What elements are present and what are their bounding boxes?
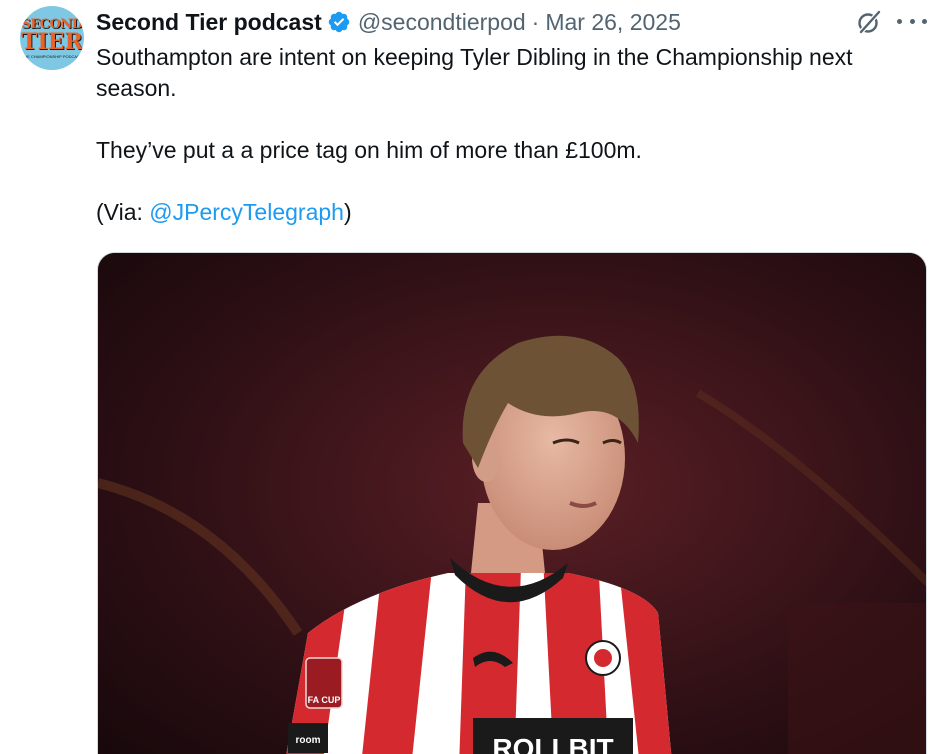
verified-badge-icon[interactable]	[327, 10, 351, 34]
author-avatar[interactable]: SECOND TIER THE CHAMPIONSHIP PODCAST	[20, 6, 84, 70]
grok-icon[interactable]	[856, 9, 882, 35]
more-options-icon[interactable]	[897, 8, 927, 34]
fa-cup-badge-text: FA CUP	[308, 695, 341, 705]
tweet-paragraph-1: Southampton are intent on keeping Tyler …	[96, 44, 853, 101]
player-photo: FA CUP room ROLLBIT	[98, 253, 926, 754]
tweet-date[interactable]: Mar 26, 2025	[545, 9, 681, 36]
author-display-name[interactable]: Second Tier podcast	[96, 9, 322, 36]
tweet-text: Southampton are intent on keeping Tyler …	[96, 42, 926, 228]
tweet-media-image[interactable]: FA CUP room ROLLBIT	[97, 252, 927, 754]
avatar-line-3: THE CHAMPIONSHIP PODCAST	[21, 53, 83, 59]
via-prefix: (Via:	[96, 199, 150, 225]
more-dot	[897, 18, 902, 24]
avatar-line-2: TIER	[21, 28, 83, 55]
sleeve-text: room	[296, 735, 321, 746]
header-separator: ·	[531, 8, 540, 35]
tweet-header: Second Tier podcast @secondtierpod · Mar…	[96, 6, 681, 38]
mention-link[interactable]: @JPercyTelegraph	[149, 199, 344, 225]
club-crest-center	[594, 649, 612, 667]
via-suffix: )	[343, 199, 352, 225]
more-dot	[922, 18, 927, 24]
author-handle[interactable]: @secondtierpod	[358, 9, 526, 36]
tweet-paragraph-2: They’ve put a a price tag on him of more…	[96, 137, 642, 163]
stand-seats	[788, 603, 926, 754]
more-dot	[909, 18, 915, 24]
sponsor-text: ROLLBIT	[492, 733, 613, 754]
tweet-paragraph-3: (Via: @JPercyTelegraph)	[96, 197, 926, 228]
